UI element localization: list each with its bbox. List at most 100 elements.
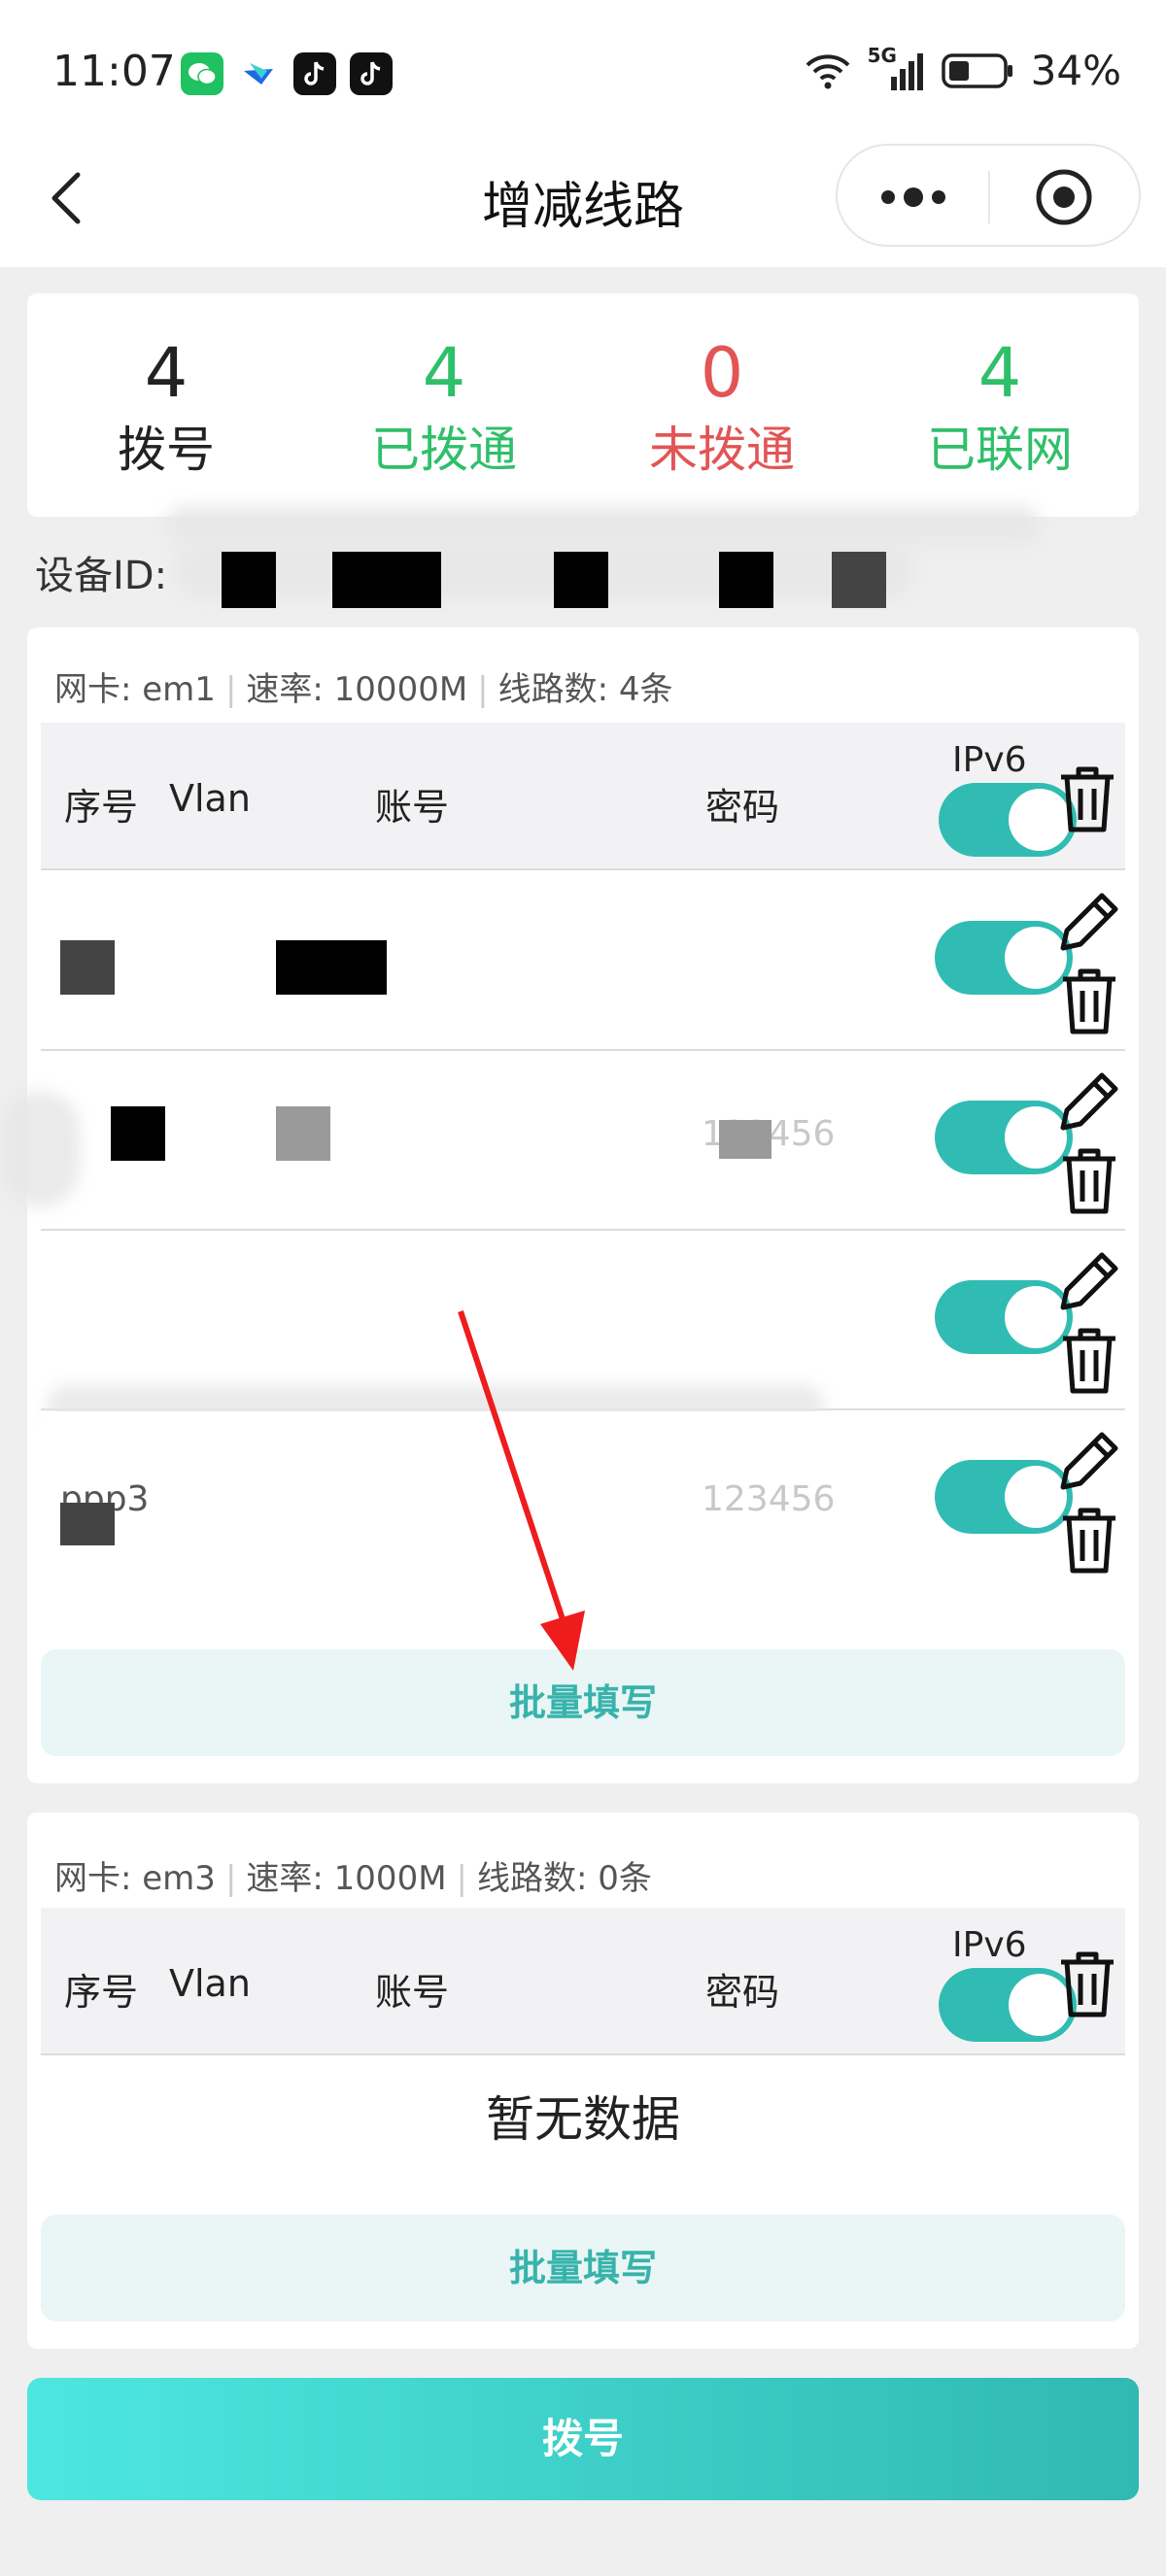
close-miniprogram-button[interactable] — [990, 146, 1141, 249]
nic-card-em3: 网卡: em3 | 速率: 1000M | 线路数: 0条 序号 Vlan 账号 密码 … — [27, 1813, 1139, 2349]
delete-button[interactable] — [1055, 1323, 1123, 1397]
header-password: 密码 — [705, 1971, 780, 2014]
redaction-block — [111, 1106, 165, 1161]
wechat-icon — [181, 52, 223, 95]
batch-fill-button[interactable]: 批量填写 — [41, 2215, 1125, 2322]
table-header: 序号 Vlan 账号 密码 IPv6 — [41, 1908, 1125, 2055]
empty-state-text: 暂无数据 — [486, 2091, 680, 2148]
redaction-block — [60, 940, 115, 995]
pencil-icon — [1060, 1072, 1118, 1131]
ipv6-toggle[interactable] — [935, 1101, 1073, 1174]
header-index: 序号 — [64, 786, 139, 829]
header-ipv6: IPv6 — [952, 1925, 1027, 1965]
batch-fill-button[interactable]: 批量填写 — [41, 1649, 1125, 1756]
header-index: 序号 — [64, 1971, 139, 2014]
dial-stats-card: 4 拨号 4 已拨通 0 未拨通 4 已联网 — [27, 293, 1139, 517]
delete-button[interactable] — [1055, 964, 1123, 1037]
status-time: 11:07 — [52, 47, 176, 96]
battery-level: 34% — [1030, 47, 1121, 94]
nic-line-count: 线路数: 0条 — [477, 1859, 652, 1898]
table-row — [41, 1232, 1125, 1410]
nic-info: 网卡: em3 | 速率: 1000M | 线路数: 0条 — [54, 1851, 652, 1899]
nic-card-em1: 网卡: em1 | 速率: 10000M | 线路数: 4条 序号 Vlan 账号 密码… — [2, 627, 1139, 1783]
delete-all-button[interactable] — [1053, 1947, 1121, 2020]
redaction-block — [60, 1503, 115, 1545]
edit-button[interactable] — [1055, 1423, 1123, 1497]
nic-rate: 速率: 1000M — [246, 1859, 447, 1898]
stat-label: 已联网 — [927, 422, 1073, 478]
more-dots-icon — [881, 187, 945, 207]
redaction-block — [276, 1106, 330, 1161]
signal-icon: 5G — [868, 44, 926, 92]
target-icon — [1036, 169, 1092, 225]
separator: | — [456, 1859, 467, 1898]
header-password: 密码 — [705, 786, 780, 829]
header-ipv6: IPv6 — [952, 740, 1027, 780]
redaction-blur — [165, 505, 1040, 544]
row-password: 123456 — [702, 1479, 836, 1519]
trash-icon — [1063, 1328, 1115, 1394]
tiktok-icon — [293, 52, 336, 95]
delete-all-button[interactable] — [1053, 762, 1121, 835]
battery-icon — [941, 52, 1012, 88]
redaction-block — [719, 552, 773, 608]
device-id-label: 设备ID: — [35, 554, 168, 598]
dial-button[interactable]: 拨号 — [27, 2378, 1139, 2500]
tiktok-icon — [350, 52, 393, 95]
stat-value: 4 — [144, 333, 189, 413]
stat-label: 已拨通 — [371, 422, 517, 478]
nic-name: 网卡: em3 — [54, 1859, 216, 1898]
stat-online: 4 已联网 — [861, 334, 1139, 484]
trash-icon — [1063, 1148, 1115, 1214]
edit-button[interactable] — [1055, 1064, 1123, 1137]
pencil-icon — [1060, 893, 1118, 951]
status-bar: 11:07 5G 34% — [0, 0, 1166, 146]
table-header: 序号 Vlan 账号 密码 IPv6 — [41, 723, 1125, 870]
header-account: 账号 — [375, 1971, 450, 2014]
separator: | — [224, 1859, 237, 1898]
feishu-icon — [237, 52, 280, 95]
trash-icon — [1063, 968, 1115, 1034]
separator: | — [477, 670, 489, 709]
pencil-icon — [1060, 1252, 1118, 1310]
ipv6-toggle[interactable] — [935, 1280, 1073, 1354]
separator: | — [224, 670, 237, 709]
notification-icons — [181, 52, 393, 95]
trash-icon — [1063, 1508, 1115, 1574]
redaction-block — [222, 552, 276, 608]
edit-button[interactable] — [1055, 884, 1123, 958]
header-vlan: Vlan — [169, 1962, 251, 2005]
wifi-icon — [806, 53, 850, 88]
ipv6-toggle[interactable] — [935, 1460, 1073, 1534]
stat-value: 4 — [977, 333, 1022, 413]
more-button[interactable] — [838, 146, 988, 249]
stat-dial-total: 4 拨号 — [27, 334, 305, 484]
table-row: ppp3 123456 — [41, 1411, 1125, 1590]
table-row: 123456 — [2, 1052, 1125, 1231]
trash-icon — [1061, 766, 1114, 832]
stat-not-connected: 0 未拨通 — [583, 334, 861, 484]
nic-line-count: 线路数: 4条 — [497, 670, 673, 709]
redaction-blur — [2, 1091, 80, 1207]
redaction-block — [832, 552, 886, 608]
ipv6-toggle[interactable] — [935, 921, 1073, 995]
navigation-bar: 增减线路 — [0, 126, 1166, 267]
redaction-block — [554, 552, 608, 608]
nic-rate: 速率: 10000M — [246, 670, 468, 709]
delete-button[interactable] — [1055, 1143, 1123, 1217]
nic-info: 网卡: em1 | 速率: 10000M | 线路数: 4条 — [54, 662, 673, 710]
edit-button[interactable] — [1055, 1243, 1123, 1317]
header-account: 账号 — [375, 786, 450, 829]
redaction-block — [719, 1120, 772, 1159]
delete-button[interactable] — [1055, 1503, 1123, 1576]
pencil-icon — [1060, 1432, 1118, 1490]
trash-icon — [1061, 1951, 1114, 2017]
redaction-blur — [175, 544, 913, 598]
nic-name: 网卡: em1 — [54, 670, 216, 709]
header-vlan: Vlan — [169, 777, 251, 820]
stat-value: 4 — [422, 333, 466, 413]
mini-program-capsule — [836, 144, 1141, 247]
table-row — [41, 872, 1125, 1051]
stat-connected: 4 已拨通 — [305, 334, 583, 484]
stat-value: 0 — [700, 333, 744, 413]
